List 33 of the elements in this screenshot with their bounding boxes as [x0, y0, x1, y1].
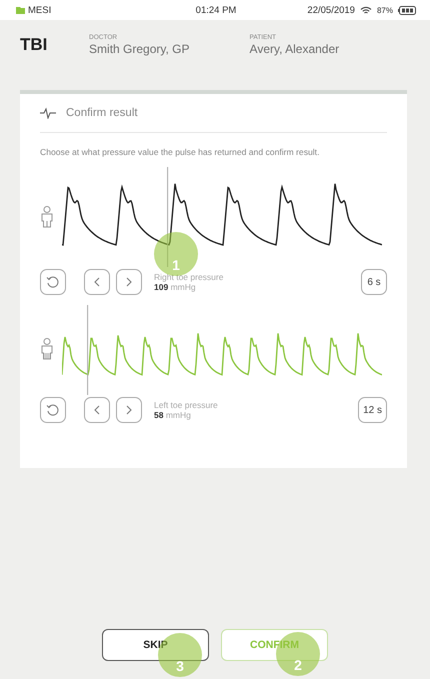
reset-button[interactable] — [40, 269, 66, 295]
test-title: TBI — [20, 35, 48, 55]
clock-text: 01:24 PM — [196, 4, 236, 16]
next-button[interactable] — [116, 269, 142, 295]
battery-percent: 87% — [376, 6, 393, 14]
skip-button[interactable]: SKIP — [102, 629, 209, 661]
carrier-text: MESI — [28, 4, 52, 16]
reset-button[interactable] — [40, 397, 66, 423]
reset-icon — [46, 403, 60, 417]
duration-button[interactable]: 6 s — [361, 269, 387, 295]
battery-icon — [398, 6, 416, 14]
chevron-right-icon — [125, 405, 133, 415]
chevron-left-icon — [93, 405, 101, 415]
pressure-label: Left toe pressure — [154, 400, 219, 410]
field-value: Avery, Alexander — [250, 42, 340, 56]
chevron-right-icon — [125, 277, 133, 287]
reset-icon — [46, 275, 60, 289]
date-text: 22/05/2019 — [307, 4, 355, 16]
chevron-left-icon — [93, 277, 101, 287]
person-icon — [40, 338, 54, 360]
folder-icon — [16, 6, 25, 14]
previous-button[interactable] — [84, 397, 110, 423]
person-icon — [40, 206, 54, 228]
field-value: Smith Gregory, GP — [89, 42, 191, 56]
wifi-icon — [360, 6, 372, 14]
previous-button[interactable] — [84, 269, 110, 295]
pressure-value: 109 mmHg — [154, 282, 197, 292]
next-button[interactable] — [116, 397, 142, 423]
duration-button[interactable]: 12 s — [358, 397, 387, 423]
pressure-value: 58 mmHg — [154, 410, 192, 420]
pulse-icon — [40, 107, 56, 119]
card-title: Confirm result — [66, 107, 138, 119]
instruction-text: Choose at what pressure value the pulse has returned and confirm result. — [40, 147, 320, 157]
